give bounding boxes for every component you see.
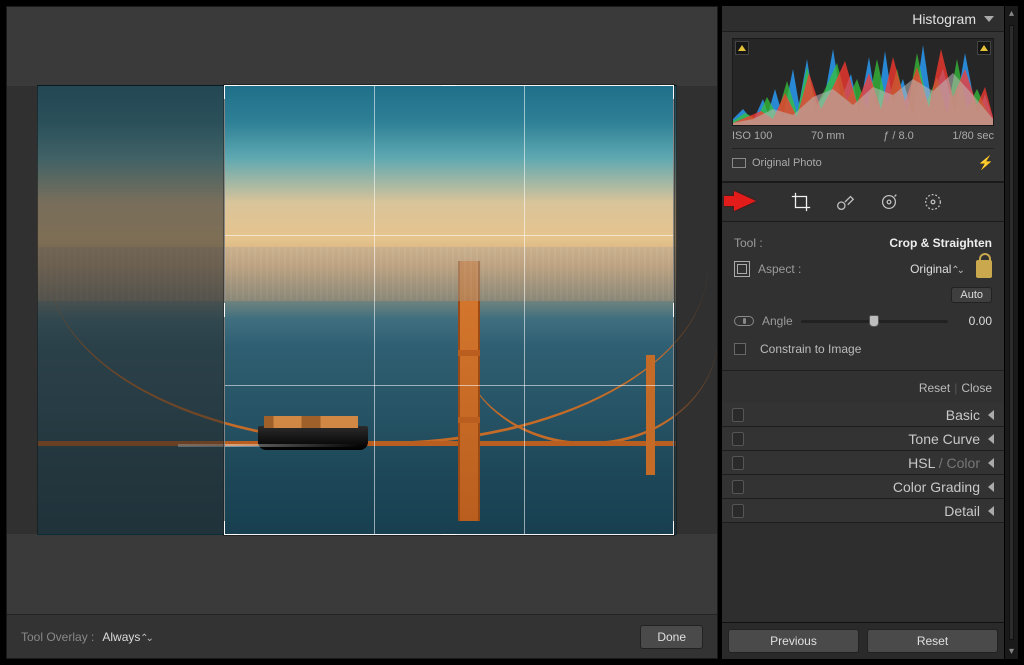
level-icon[interactable] xyxy=(734,316,754,326)
reset-button[interactable]: Reset xyxy=(867,629,998,653)
right-scroll-gutter[interactable]: ▴ ▾ xyxy=(1004,6,1018,659)
color-grading-toggle-switch[interactable] xyxy=(732,480,744,494)
spot-removal-tool-button[interactable] xyxy=(834,191,856,213)
aspect-lock-icon[interactable] xyxy=(976,260,992,278)
annotation-arrow-icon xyxy=(734,191,756,211)
bottom-bar: Previous Reset xyxy=(722,622,1004,659)
color-grading-title: Color Grading xyxy=(893,479,980,495)
histogram-title: Histogram xyxy=(732,11,976,27)
angle-slider[interactable] xyxy=(801,314,948,328)
crop-handle-tr[interactable] xyxy=(660,85,674,99)
chevron-left-icon xyxy=(988,434,994,444)
chevron-left-icon xyxy=(988,482,994,492)
basic-title: Basic xyxy=(946,407,980,423)
canvas-viewport[interactable] xyxy=(7,7,717,614)
tool-overlay-label: Tool Overlay : xyxy=(21,630,94,644)
histogram-svg xyxy=(733,39,993,126)
original-photo-icon xyxy=(732,158,746,168)
chevron-down-icon xyxy=(984,16,994,22)
radial-tool-button[interactable] xyxy=(922,191,944,213)
tool-close-button[interactable]: Close xyxy=(961,381,992,395)
done-button[interactable]: Done xyxy=(640,625,703,649)
right-column: Histogram ISO xyxy=(722,6,1018,659)
detail-section-header[interactable]: Detail xyxy=(722,499,1004,523)
iso-value: ISO 100 xyxy=(732,130,772,142)
histogram-chart[interactable] xyxy=(732,38,994,126)
gutter-arrow-up-icon[interactable]: ▴ xyxy=(1005,6,1018,21)
crop-handle-bl[interactable] xyxy=(224,521,238,535)
gutter-arrow-down-icon[interactable]: ▾ xyxy=(1005,644,1018,659)
exposure-metadata: ISO 100 70 mm ƒ / 8.0 1/80 sec xyxy=(732,126,994,142)
original-photo-label[interactable]: Original Photo xyxy=(752,157,822,169)
crop-handle-br[interactable] xyxy=(660,521,674,535)
detail-title: Detail xyxy=(944,503,980,519)
detail-toggle-switch[interactable] xyxy=(732,504,744,518)
tone-curve-section-header[interactable]: Tone Curve xyxy=(722,427,1004,451)
crop-handle-right[interactable] xyxy=(668,303,674,317)
angle-value[interactable]: 0.00 xyxy=(956,314,992,328)
hsl-toggle-switch[interactable] xyxy=(732,456,744,470)
tool-overlay-dropdown[interactable]: Always xyxy=(102,630,151,644)
histogram-header[interactable]: Histogram xyxy=(722,6,1004,32)
basic-section-header[interactable]: Basic xyxy=(722,403,1004,427)
tool-name: Crop & Straighten xyxy=(889,236,992,250)
angle-label: Angle xyxy=(762,314,793,328)
histogram-panel: Histogram ISO xyxy=(722,6,1004,182)
aperture-value: ƒ / 8.0 xyxy=(883,130,914,142)
constrain-label[interactable]: Constrain to Image xyxy=(760,342,861,356)
tool-reset-button[interactable]: Reset xyxy=(919,381,950,395)
crop-handle-bottom[interactable] xyxy=(442,529,456,535)
canvas-area: Tool Overlay : Always Done xyxy=(6,6,718,659)
tone-curve-toggle-switch[interactable] xyxy=(732,432,744,446)
crop-handle-top[interactable] xyxy=(442,85,456,91)
chevron-left-icon xyxy=(988,410,994,420)
focal-length-value: 70 mm xyxy=(811,130,845,142)
shutter-value: 1/80 sec xyxy=(952,130,994,142)
constrain-checkbox[interactable] xyxy=(734,343,746,355)
tone-curve-title: Tone Curve xyxy=(908,431,980,447)
aspect-dropdown[interactable]: Original xyxy=(910,262,962,276)
angle-slider-thumb[interactable] xyxy=(869,315,879,327)
hsl-color-section-header[interactable]: HSL / Color xyxy=(722,451,1004,475)
crop-handle-tl[interactable] xyxy=(224,85,238,99)
previous-button[interactable]: Previous xyxy=(728,629,859,653)
redeye-tool-button[interactable] xyxy=(878,191,900,213)
flash-icon[interactable]: ⚡ xyxy=(978,155,994,171)
tool-strip xyxy=(722,182,1004,222)
crop-handle-left[interactable] xyxy=(224,303,230,317)
hsl-color-title: HSL / Color xyxy=(908,455,980,471)
aspect-tool-icon[interactable] xyxy=(734,261,750,277)
crop-tool-panel: Tool : Crop & Straighten Aspect : Origin… xyxy=(722,222,1004,403)
color-grading-section-header[interactable]: Color Grading xyxy=(722,475,1004,499)
chevron-left-icon xyxy=(988,506,994,516)
crop-overlay[interactable] xyxy=(224,85,674,535)
basic-toggle-switch[interactable] xyxy=(732,408,744,422)
tool-label: Tool : xyxy=(734,236,763,250)
angle-auto-button[interactable]: Auto xyxy=(951,287,992,303)
chevron-left-icon xyxy=(988,458,994,468)
crop-tool-button[interactable] xyxy=(790,191,812,213)
aspect-label: Aspect : xyxy=(758,262,801,276)
scrollbar-track[interactable] xyxy=(1009,25,1014,640)
canvas-footer: Tool Overlay : Always Done xyxy=(7,614,717,658)
app-root: Tool Overlay : Always Done Histogram xyxy=(0,0,1024,665)
